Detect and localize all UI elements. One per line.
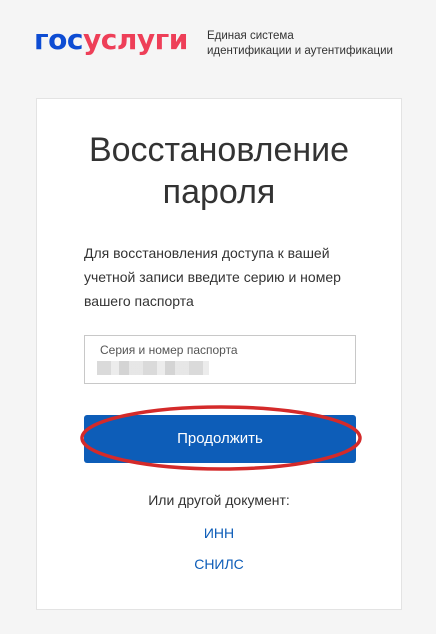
title-line-1: Восстановление xyxy=(88,131,350,169)
passport-input-label: Серия и номер паспорта xyxy=(100,343,238,357)
tagline-line-1: Единая система xyxy=(207,30,294,42)
passport-input[interactable]: Серия и номер паспорта xyxy=(84,335,356,384)
tagline: Единая система идентификации и аутентифи… xyxy=(207,29,417,59)
page-title: Восстановление пароля xyxy=(37,129,401,213)
password-recovery-card: Восстановление пароля Для восстановления… xyxy=(36,98,402,610)
passport-input-value-blurred xyxy=(97,361,209,375)
title-line-2: пароля xyxy=(162,173,276,211)
page: госуслуги Единая система идентификации и… xyxy=(0,0,436,634)
logo-part-uslugi: услуги xyxy=(82,23,188,56)
inn-link[interactable]: ИНН xyxy=(37,524,401,542)
logo-part-gos: гос xyxy=(34,23,83,56)
tagline-line-2: идентификации и аутентификации xyxy=(207,45,393,57)
gosuslugi-logo[interactable]: госуслуги xyxy=(34,24,188,56)
snils-link[interactable]: СНИЛС xyxy=(37,555,401,573)
alternative-document-label: Или другой документ: xyxy=(148,492,290,508)
continue-button[interactable]: Продолжить xyxy=(84,415,356,463)
header: госуслуги Единая система идентификации и… xyxy=(0,0,436,90)
instructions-text: Для восстановления доступа к вашей учетн… xyxy=(84,245,341,309)
